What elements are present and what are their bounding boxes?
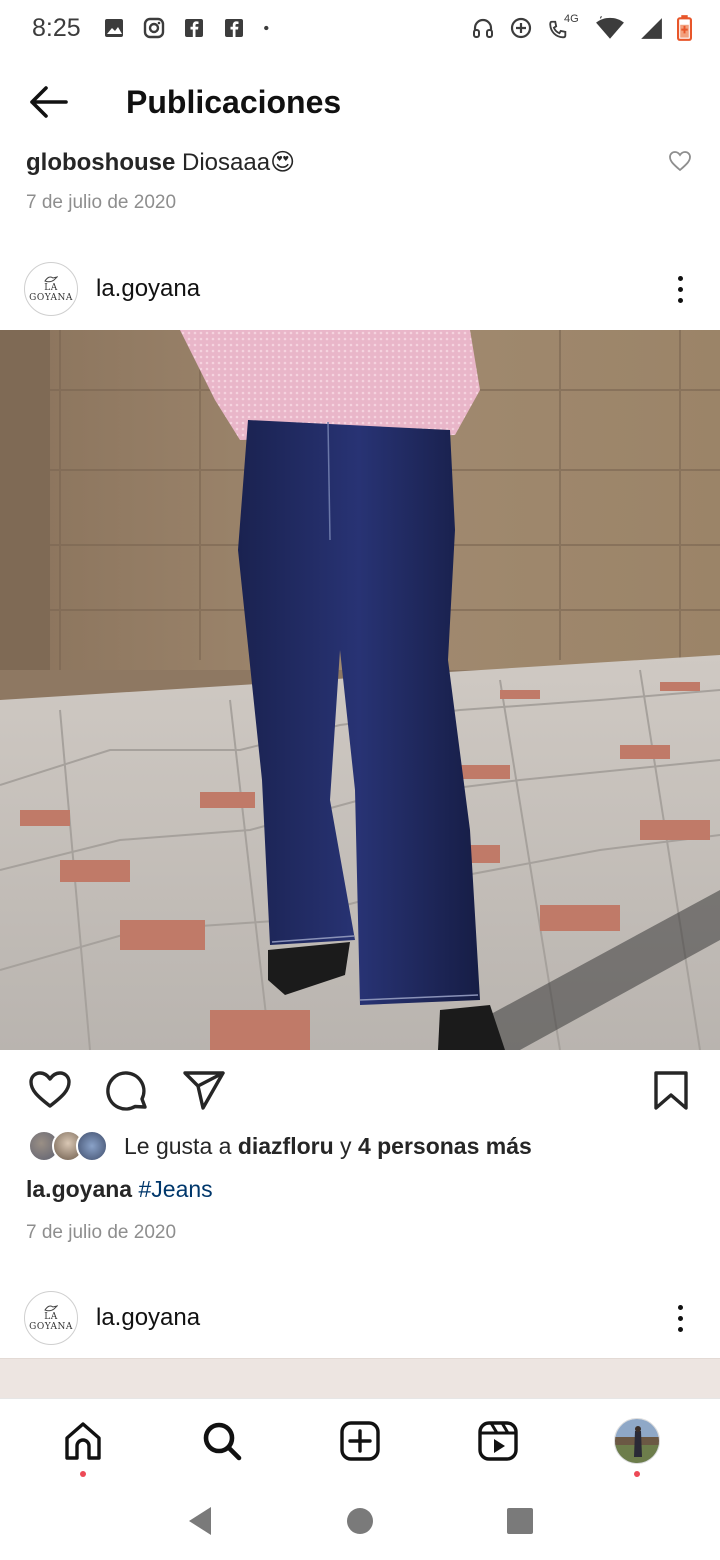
caption-username[interactable]: la.goyana (26, 1176, 132, 1202)
signal-icon (641, 18, 662, 39)
post-image[interactable] (0, 330, 720, 1050)
system-recents-button[interactable] (490, 1491, 550, 1551)
likes-others[interactable]: 4 personas más (358, 1133, 532, 1160)
app-header: Publicaciones (0, 66, 720, 138)
share-send-icon[interactable] (182, 1070, 226, 1112)
status-bar: 8:25 4G (0, 0, 720, 56)
triangle-back-icon (189, 1507, 211, 1535)
nav-search[interactable] (182, 1401, 262, 1481)
comment-item: globoshouse Diosaaa😍 7 de julio de 2020 (26, 142, 696, 214)
likes-connector: y (340, 1132, 352, 1159)
next-post-header: LA GOYANA la.goyana (0, 1283, 720, 1353)
next-post-image[interactable] (0, 1358, 720, 1398)
square-recents-icon (507, 1508, 533, 1534)
post-username[interactable]: la.goyana (96, 275, 200, 303)
back-arrow-icon (30, 86, 68, 118)
wifi-icon (596, 16, 624, 39)
dot-icon (263, 25, 269, 31)
avatar (76, 1130, 108, 1162)
new-post-icon (340, 1420, 380, 1461)
post-date: 7 de julio de 2020 (26, 1222, 177, 1243)
call-4g-icon: 4G (547, 13, 581, 41)
notification-dot (633, 1470, 640, 1477)
page-title: Publicaciones (126, 83, 342, 120)
search-icon (203, 1422, 241, 1460)
bottom-navigation (0, 1398, 720, 1482)
avatar[interactable]: LA GOYANA (24, 262, 78, 316)
logo-bird-icon (44, 276, 58, 283)
nav-profile[interactable] (597, 1401, 677, 1481)
likes-user[interactable]: diazfloru (238, 1133, 334, 1160)
notification-dot (80, 1470, 87, 1477)
likes-prefix: Le gusta a (124, 1132, 232, 1159)
facebook-icon (184, 19, 203, 37)
more-options-button[interactable] (670, 1298, 690, 1338)
post-header: LA GOYANA la.goyana (0, 254, 720, 324)
post-photo (0, 330, 720, 1050)
caption-hashtag[interactable]: #Jeans (139, 1176, 213, 1202)
next-post-username[interactable]: la.goyana (96, 1304, 200, 1332)
comment-text-row: globoshouse Diosaaa😍 (26, 142, 696, 184)
data-saver-icon (510, 17, 532, 39)
notification-icons (103, 17, 275, 39)
comment-date: 7 de julio de 2020 (26, 192, 177, 213)
system-home-button[interactable] (330, 1491, 390, 1551)
battery-icon (677, 15, 692, 41)
nav-new-post[interactable] (320, 1401, 400, 1481)
image-icon (104, 19, 123, 37)
post-actions (0, 1064, 720, 1120)
circle-home-icon (347, 1508, 373, 1534)
like-heart-icon[interactable] (28, 1070, 72, 1110)
logo-bird-icon (44, 1305, 58, 1312)
comment-bubble-icon[interactable] (106, 1070, 150, 1114)
reels-icon (478, 1420, 519, 1461)
network-type-label: 4G (564, 13, 579, 25)
comment-username[interactable]: globoshouse (26, 149, 175, 176)
system-navigation-bar (0, 1482, 720, 1560)
logo-text-line-2: GOYANA (29, 293, 73, 303)
profile-avatar (613, 1417, 660, 1464)
home-icon (65, 1421, 101, 1460)
instagram-icon (143, 17, 164, 39)
nav-reels[interactable] (458, 1401, 538, 1481)
post-caption: la.goyana #Jeans (26, 1176, 213, 1203)
nav-home[interactable] (43, 1401, 123, 1481)
liker-avatars (28, 1130, 108, 1162)
system-indicators: 4G (471, 13, 692, 41)
heart-eyes-emoji: 😍 (270, 149, 296, 176)
headphones-icon (473, 18, 493, 38)
system-back-button[interactable] (170, 1491, 230, 1551)
save-bookmark-icon[interactable] (652, 1070, 690, 1112)
likes-summary[interactable]: Le gusta a diazfloru y 4 personas más (28, 1130, 532, 1162)
more-options-button[interactable] (670, 269, 690, 309)
status-time: 8:25 (32, 13, 81, 42)
comment-body: Diosaaa (182, 149, 271, 176)
logo-text-line-1: LA (44, 283, 58, 293)
logo-text-line-2: GOYANA (29, 1322, 73, 1332)
back-button[interactable] (0, 66, 96, 138)
facebook-icon (224, 19, 243, 37)
avatar[interactable]: LA GOYANA (24, 1291, 78, 1345)
comment-like-heart-icon[interactable] (668, 150, 692, 172)
logo-text-line-1: LA (44, 1312, 58, 1322)
